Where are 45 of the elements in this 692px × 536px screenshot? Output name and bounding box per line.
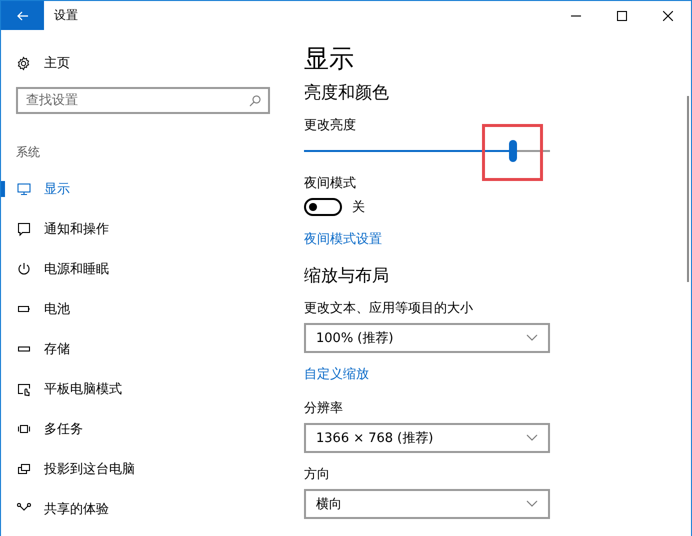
- sidebar-item[interactable]: 共享的体验: [1, 489, 290, 529]
- search-field[interactable]: 查找设置: [16, 87, 270, 114]
- scrollbar[interactable]: [687, 96, 689, 282]
- dropdown[interactable]: 1366 × 768 (推荐): [304, 423, 550, 453]
- toggle-state: 关: [352, 199, 365, 216]
- sidebar-item[interactable]: 电池: [1, 289, 290, 329]
- message-icon: [16, 221, 32, 237]
- chevron-icon: [526, 434, 538, 442]
- settings-link[interactable]: 自定义缩放: [304, 365, 369, 383]
- home-item[interactable]: 主页: [1, 47, 290, 79]
- chevron-icon: [526, 500, 538, 508]
- settings-link[interactable]: 夜间模式设置: [304, 230, 382, 248]
- page-title: 显示: [304, 43, 355, 75]
- sidebar-item[interactable]: 显示: [1, 169, 290, 209]
- section-heading: 缩放与布局: [304, 265, 389, 287]
- project-icon: [16, 461, 32, 477]
- dropdown-label: 更改文本、应用等项目的大小: [304, 300, 473, 317]
- brightness-slider[interactable]: [304, 140, 550, 162]
- back-arrow-icon: [16, 10, 28, 20]
- close-icon[interactable]: [663, 10, 673, 20]
- dropdown[interactable]: 100% (推荐): [304, 323, 550, 353]
- slider-thumb[interactable]: [509, 140, 518, 162]
- dropdown[interactable]: 横向: [304, 489, 550, 519]
- window-title: 设置: [54, 7, 79, 24]
- sidebar-item[interactable]: 通知和操作: [1, 209, 290, 249]
- sidebar-item[interactable]: 平板电脑模式: [1, 369, 290, 409]
- sidebar-item[interactable]: 电源和睡眠: [1, 249, 290, 289]
- chevron-icon: [526, 334, 538, 342]
- search-icon: [249, 95, 261, 107]
- slider-label: 更改亮度: [304, 117, 356, 134]
- tablet-icon: [16, 381, 32, 397]
- toggle-label: 夜间模式: [304, 175, 356, 192]
- dropdown-label: 方向: [304, 466, 330, 483]
- monitor-icon: [16, 181, 32, 197]
- sidebar-item[interactable]: 存储: [1, 329, 290, 369]
- maximize-icon[interactable]: [617, 10, 627, 20]
- dropdown-label: 分辨率: [304, 400, 343, 417]
- gear-icon: [16, 56, 31, 70]
- sidebar-item[interactable]: 投影到这台电脑: [1, 449, 290, 489]
- selection-indicator: [1, 181, 5, 197]
- section-heading: 系统: [15, 144, 41, 161]
- toggle-switch[interactable]: [304, 198, 342, 216]
- section-heading: 亮度和颜色: [304, 82, 389, 104]
- sidebar-item[interactable]: 多任务: [1, 409, 290, 449]
- power-icon: [16, 261, 32, 277]
